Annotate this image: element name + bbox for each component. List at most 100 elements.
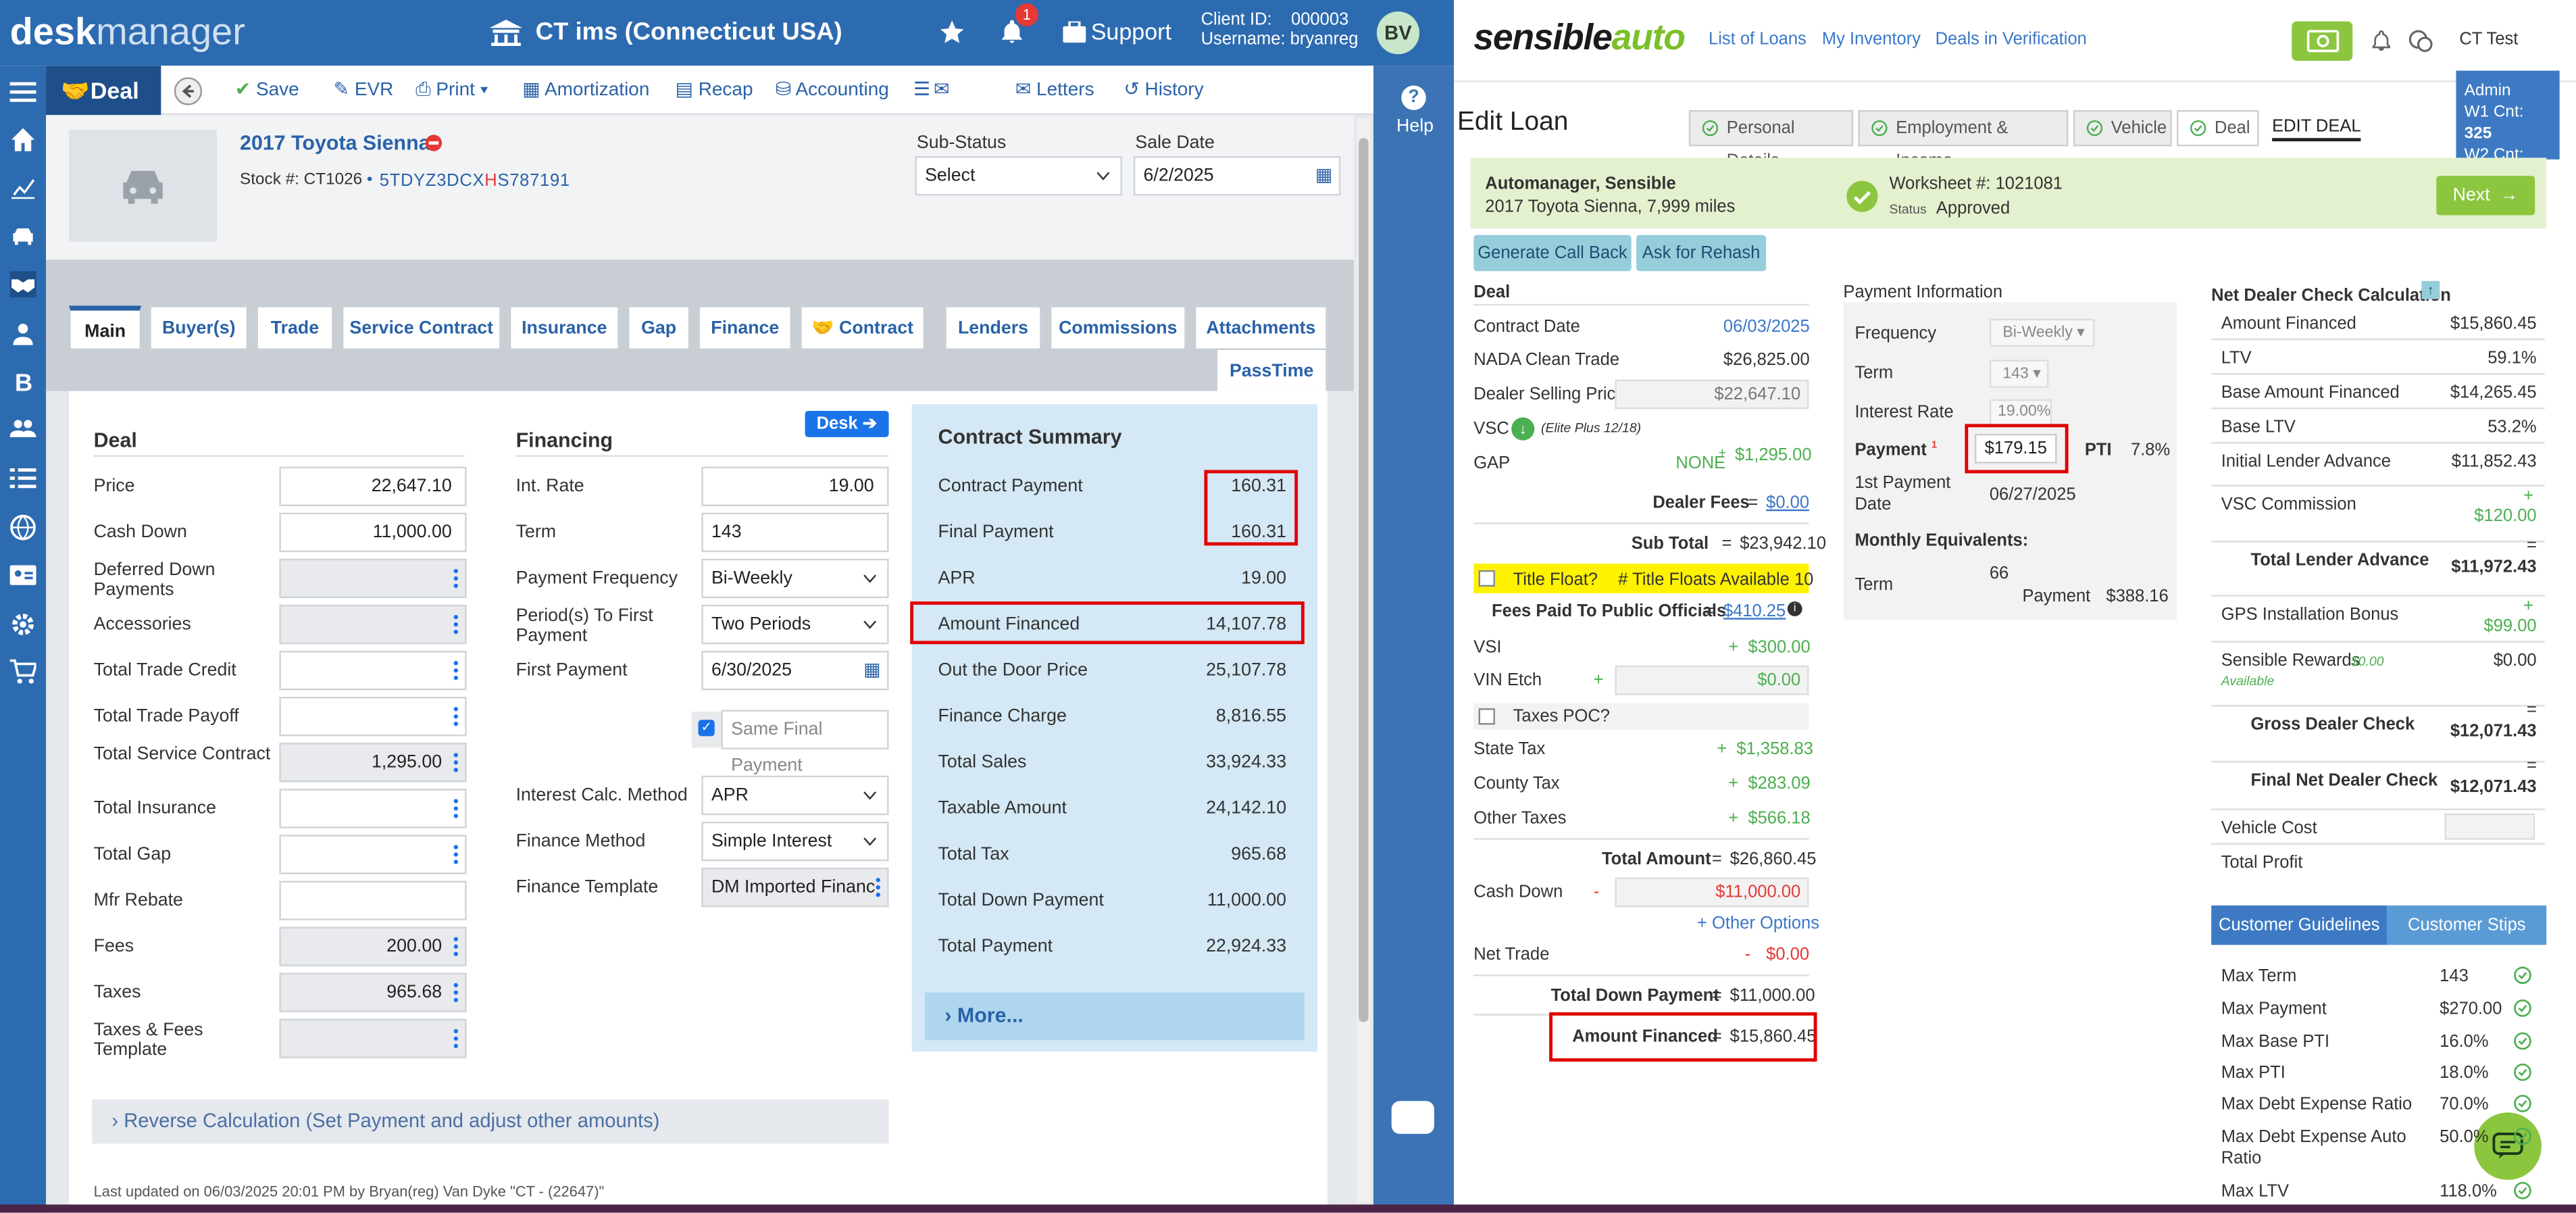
deal-field-input[interactable] xyxy=(279,558,467,599)
gap-plus-icon[interactable]: + xyxy=(1719,445,1726,460)
id-card-icon[interactable] xyxy=(9,562,36,589)
reverse-calculation-toggle[interactable]: › Reverse Calculation (Set Payment and a… xyxy=(92,1099,889,1144)
tab-personal-details[interactable]: Personal Details xyxy=(1688,109,1854,171)
bell-icon[interactable] xyxy=(2371,30,2392,53)
tab-vehicle[interactable]: Vehicle xyxy=(2073,109,2172,147)
tab-deal[interactable]: Deal xyxy=(2177,109,2259,147)
scrollbar-thumb[interactable] xyxy=(1359,138,1369,1022)
sa-user-name[interactable]: CT Test xyxy=(2459,30,2518,49)
deal-field-input[interactable]: 965.68 xyxy=(279,972,467,1012)
users-group-icon[interactable] xyxy=(10,320,36,347)
finance-template-input[interactable]: DM Imported Financ xyxy=(701,867,889,908)
tab-buyers[interactable]: Buyer(s) xyxy=(149,305,249,349)
tab-trade[interactable]: Trade xyxy=(256,305,334,349)
system-title[interactable]: CT ims (Connecticut USA) xyxy=(536,18,842,46)
tab-employment-income[interactable]: Employment & Income xyxy=(1858,109,2069,171)
settings-gear-icon[interactable] xyxy=(10,612,36,638)
vin-etch-input[interactable]: $0.00 xyxy=(1615,665,1809,695)
tab-lenders[interactable]: Lenders xyxy=(944,305,1042,349)
support-link[interactable]: Support xyxy=(1091,18,1171,45)
accounting-button[interactable]: ⛁ Accounting xyxy=(776,66,889,115)
dm-logo[interactable]: deskmanager xyxy=(10,10,245,55)
nav-deals-in-verification[interactable]: Deals in Verification xyxy=(1936,30,2087,49)
more-options-icon[interactable] xyxy=(453,937,458,956)
favorite-star-icon[interactable] xyxy=(938,18,966,46)
tab-customer-stips[interactable]: Customer Stips xyxy=(2387,905,2547,945)
substatus-select[interactable]: Select xyxy=(915,156,1122,196)
vehicle-title[interactable]: 2017 Toyota Sienna xyxy=(240,132,430,155)
deal-field-input[interactable] xyxy=(279,650,467,691)
save-button[interactable]: ✔ Save xyxy=(235,66,299,115)
home-icon[interactable] xyxy=(10,126,36,153)
history-button[interactable]: ↺ History xyxy=(1123,66,1203,115)
term-input[interactable]: 143 xyxy=(701,512,889,553)
vsc-down-arrow-icon[interactable]: ↓ xyxy=(1511,417,1535,441)
tab-passtime[interactable]: PassTime xyxy=(1215,348,1328,391)
sa-logo[interactable]: sensibleauto xyxy=(1473,16,1686,59)
help-question-icon[interactable]: ? xyxy=(1401,85,1426,110)
deal-field-input[interactable] xyxy=(279,697,467,737)
next-button[interactable]: Next → xyxy=(2436,176,2535,216)
desk-button[interactable]: Desk ➔ xyxy=(805,410,889,437)
deal-field-input[interactable] xyxy=(279,881,467,920)
tab-service-contract[interactable]: Service Contract xyxy=(341,305,501,349)
tab-finance[interactable]: Finance xyxy=(698,305,792,349)
chat-icon[interactable] xyxy=(2408,30,2433,53)
info-icon[interactable]: i xyxy=(1787,601,1802,616)
list-chat-icons[interactable]: ☰✉ xyxy=(913,66,953,115)
deal-module-tab[interactable]: 🤝Deal xyxy=(46,66,161,116)
list-icon[interactable] xyxy=(9,465,36,491)
generate-call-back-button[interactable]: Generate Call Back xyxy=(1473,234,1632,272)
cash-down-input[interactable]: $11,000.00 xyxy=(1615,877,1809,908)
dealer-selling-price-input[interactable]: $22,647.10 xyxy=(1615,379,1809,410)
tab-gap[interactable]: Gap xyxy=(627,305,690,349)
more-options-icon[interactable] xyxy=(453,983,458,1002)
more-options-icon[interactable] xyxy=(453,753,458,772)
nav-my-inventory[interactable]: My Inventory xyxy=(1822,30,1921,49)
more-button[interactable]: › More... xyxy=(925,992,1305,1041)
dealer-fees-link[interactable]: $0.00 xyxy=(1766,493,1809,513)
taxes-poc-checkbox[interactable] xyxy=(1478,708,1495,725)
tab-contract[interactable]: 🤝 Contract xyxy=(800,305,926,349)
globe-icon[interactable] xyxy=(10,514,36,541)
amortization-button[interactable]: ▦ Amortization xyxy=(522,66,649,115)
letters-button[interactable]: ✉ Letters xyxy=(1015,66,1094,115)
more-options-icon[interactable] xyxy=(453,661,458,680)
other-options-link[interactable]: + Other Options xyxy=(1697,914,1819,933)
chat-bubble-icon[interactable] xyxy=(1391,1101,1434,1134)
deal-field-input[interactable]: 22,647.10 xyxy=(279,466,467,506)
deal-field-input[interactable] xyxy=(279,1018,467,1059)
vehicle-cost-input[interactable] xyxy=(2444,813,2535,840)
more-options-icon[interactable] xyxy=(453,707,458,726)
deal-field-input[interactable]: 200.00 xyxy=(279,926,467,966)
vin-number[interactable]: 5TDYZ3DCXHS787191 xyxy=(380,171,570,191)
payment-frequency-select[interactable]: Bi-Weekly xyxy=(701,558,889,599)
int-rate-input[interactable]: 19.00 xyxy=(701,466,889,506)
sale-date-input[interactable]: 6/2/2025 ▦ xyxy=(1133,156,1341,196)
deal-field-input[interactable] xyxy=(279,789,467,828)
interest-rate-input[interactable]: 19.00% xyxy=(1989,399,2052,426)
nav-list-of-loans[interactable]: List of Loans xyxy=(1709,30,1807,49)
title-float-checkbox[interactable] xyxy=(1478,570,1495,587)
deal-field-input[interactable]: 1,295.00 xyxy=(279,743,467,783)
recap-button[interactable]: ▤ Recap xyxy=(675,66,753,115)
calendar-icon[interactable]: ▦ xyxy=(863,652,880,688)
calendar-icon[interactable]: ▦ xyxy=(1315,157,1332,193)
print-button[interactable]: ⎙ Print ▾ xyxy=(415,66,488,115)
interest-calc-select[interactable]: APR xyxy=(701,775,889,816)
bhph-b-icon[interactable]: B xyxy=(10,368,36,395)
first-payment-date-input[interactable]: 6/30/2025 ▦ xyxy=(701,650,889,691)
cart-icon[interactable] xyxy=(9,659,36,685)
handshake-icon[interactable] xyxy=(9,271,36,298)
people-icon[interactable] xyxy=(9,416,36,442)
chart-icon[interactable] xyxy=(10,174,36,201)
remove-vehicle-icon[interactable] xyxy=(425,134,443,151)
tab-commissions[interactable]: Commissions xyxy=(1049,305,1186,349)
tab-main[interactable]: Main xyxy=(69,305,142,349)
finance-method-select[interactable]: Simple Interest xyxy=(701,821,889,862)
user-avatar[interactable]: BV xyxy=(1376,11,1420,55)
dm-scrollbar[interactable] xyxy=(1357,118,1371,1204)
periods-to-first-payment-select[interactable]: Two Periods xyxy=(701,604,889,645)
term-select[interactable]: 143 ▾ xyxy=(1989,360,2049,388)
help-label[interactable]: Help xyxy=(1396,117,1434,137)
